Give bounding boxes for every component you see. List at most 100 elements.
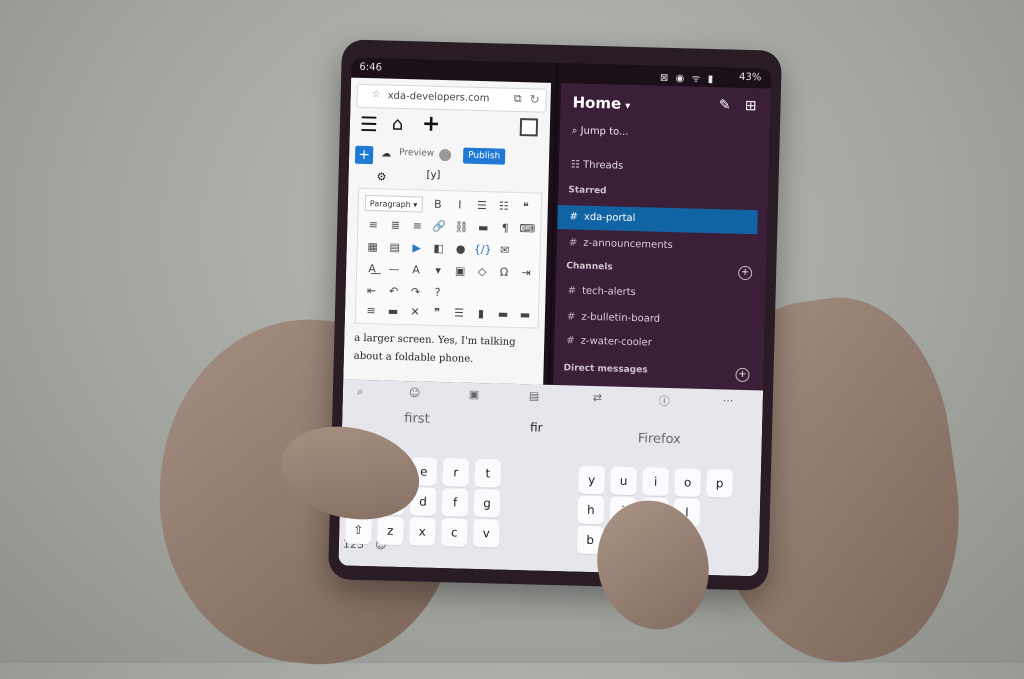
toolbar-button[interactable]: ↷ <box>404 282 427 303</box>
keyboard-key[interactable]: p <box>706 469 734 498</box>
toolbar-button[interactable]: {/} <box>471 240 494 261</box>
menu-icon[interactable]: ☰ <box>360 112 379 136</box>
toolbar-button[interactable]: ❞ <box>426 303 449 324</box>
keyboard-key[interactable]: f <box>441 488 469 517</box>
keyboard-key[interactable]: i <box>642 467 670 497</box>
toolbar-button[interactable]: ▬ <box>492 304 515 325</box>
toolbar-button[interactable]: B <box>427 195 450 216</box>
publish-button[interactable]: Publish <box>462 147 506 165</box>
sticker-icon[interactable]: ▣ <box>469 388 480 401</box>
toolbar-button[interactable]: ▾ <box>427 261 450 282</box>
toolbar-button[interactable]: ✕ <box>404 302 427 323</box>
toolbar-button[interactable]: I <box>449 195 472 216</box>
direct-messages-header[interactable]: Direct messages <box>563 363 647 375</box>
add-dm-icon[interactable]: + <box>735 367 750 383</box>
toolbar-button[interactable]: ≡ <box>360 301 383 322</box>
toolbar-button[interactable]: Ω <box>493 262 516 283</box>
url-bar[interactable]: ☆ xda-developers.com ⧉ ↻ <box>356 83 547 113</box>
suggestion-1[interactable]: first <box>404 411 430 427</box>
toolbar-button[interactable]: ▦ <box>361 237 384 258</box>
grid-icon[interactable]: ⊞ <box>745 98 757 114</box>
keyboard-key[interactable]: h <box>577 495 605 525</box>
keyboard-key[interactable]: z <box>376 516 404 546</box>
toolbar-button[interactable]: ▮ <box>470 304 493 325</box>
screen-options-icon[interactable] <box>519 118 539 137</box>
suggestion-2[interactable]: fir <box>530 420 543 434</box>
info-icon[interactable]: ⓘ <box>659 393 670 409</box>
save-cloud-icon[interactable]: ☁ <box>381 148 391 159</box>
keyboard-key[interactable]: v <box>472 518 500 548</box>
toolbar-button[interactable]: 🔗 <box>428 217 451 238</box>
bookmark-star-icon[interactable]: ☆ <box>372 89 381 100</box>
toolbar-button[interactable]: ↶ <box>382 281 405 302</box>
jetpack-icon[interactable] <box>438 148 452 162</box>
toolbar-button[interactable]: ⇥ <box>515 263 538 284</box>
home-icon[interactable]: ⌂ <box>392 114 404 135</box>
tabs-icon[interactable]: ⧉ <box>514 92 522 106</box>
toolbar-button[interactable]: ≡ <box>406 216 429 237</box>
keyboard-key[interactable]: t <box>474 458 502 488</box>
channel-z-water-cooler[interactable]: # z-water-cooler <box>554 329 755 358</box>
toolbar-button[interactable]: ☷ <box>493 196 516 217</box>
toolbar-button[interactable]: ▬ <box>514 305 537 326</box>
toolbar-button[interactable]: A͟ <box>361 259 384 280</box>
keyboard-key[interactable]: x <box>408 517 436 546</box>
keyboard-key[interactable]: o <box>674 468 702 497</box>
translate-icon[interactable]: ⇄ <box>593 391 603 404</box>
toolbar-button[interactable]: A <box>405 260 428 281</box>
workspace-home[interactable]: Home ▾ <box>572 93 630 113</box>
add-block-button[interactable]: + <box>354 145 374 165</box>
toolbar-button[interactable]: ▬ <box>382 301 405 322</box>
toolbar-button[interactable]: ⛓ <box>450 217 473 238</box>
post-body-text[interactable]: a larger screen. Yes, I'm talking about … <box>354 330 539 371</box>
toolbar-row-1: B I ☰ ☷ ❝ <box>427 195 537 218</box>
toolbar-button[interactable]: ? <box>426 283 449 304</box>
starred-header[interactable]: Starred <box>568 185 607 196</box>
keyboard-key[interactable]: r <box>442 458 470 487</box>
clipboard-icon[interactable]: ▤ <box>529 389 540 402</box>
search-icon[interactable]: ⌕ <box>357 385 364 399</box>
channels-header[interactable]: Channels <box>566 261 613 272</box>
paragraph-select[interactable]: Paragraph ▾ <box>364 194 424 213</box>
toolbar-button[interactable]: ▬ <box>472 218 495 239</box>
jump-to-button[interactable]: ⌕ Jump to... <box>572 125 629 137</box>
toolbar-button[interactable]: ☰ <box>471 196 494 217</box>
channel-z-announcements[interactable]: # z-announcements <box>557 231 758 260</box>
toolbar-button[interactable]: ≡ <box>362 215 385 236</box>
keyboard-key[interactable]: ⇧ <box>344 515 372 545</box>
threads-link[interactable]: ☷ Threads <box>571 159 624 171</box>
channel-tech-alerts[interactable]: # tech-alerts <box>555 279 756 308</box>
toolbar-button[interactable]: ≣ <box>384 216 407 237</box>
toolbar-button[interactable]: ❝ <box>515 197 538 218</box>
keyboard-key[interactable]: g <box>473 488 501 518</box>
add-new-icon[interactable]: + <box>422 111 441 136</box>
channel-xda-portal[interactable]: # xda-portal <box>557 205 758 235</box>
toolbar-button[interactable]: ▤ <box>383 237 406 258</box>
toolbar-button[interactable]: ▶ <box>405 238 428 259</box>
toolbar-button[interactable]: ¶ <box>494 218 517 239</box>
preview-button[interactable]: Preview <box>399 148 434 159</box>
toolbar-button[interactable]: ✉ <box>493 240 516 261</box>
toolbar-button[interactable]: ☰ <box>448 303 471 324</box>
url-text[interactable]: xda-developers.com <box>388 91 490 105</box>
compose-icon[interactable]: ✎ <box>719 97 731 113</box>
toolbar-button[interactable]: — <box>383 259 406 280</box>
emoji-panel-icon[interactable]: ☺ <box>409 386 421 399</box>
add-channel-icon[interactable]: + <box>737 265 753 281</box>
toolbar-row-6: ≡ ▬ ✕ ❞ ☰ ▮ ▬ ▬ <box>360 301 536 326</box>
toolbar-button[interactable]: ▣ <box>449 261 472 282</box>
block-indicator[interactable]: [y] <box>426 170 440 181</box>
keyboard-key[interactable]: u <box>610 466 638 496</box>
more-icon[interactable]: ··· <box>723 394 734 407</box>
toolbar-button[interactable]: ◇ <box>471 262 494 283</box>
toolbar-button[interactable]: ⌨ <box>516 219 539 240</box>
keyboard-key[interactable]: c <box>440 518 468 547</box>
suggestion-3[interactable]: Firefox <box>638 431 681 447</box>
toolbar-button[interactable]: ⇤ <box>360 281 383 302</box>
settings-gear-icon[interactable]: ⚙ <box>376 170 386 183</box>
toolbar-button[interactable]: ● <box>449 239 472 260</box>
hash-icon: # <box>569 211 579 223</box>
keyboard-key[interactable]: y <box>578 465 606 495</box>
toolbar-button[interactable]: ◧ <box>427 239 450 260</box>
reload-icon[interactable]: ↻ <box>529 92 539 106</box>
